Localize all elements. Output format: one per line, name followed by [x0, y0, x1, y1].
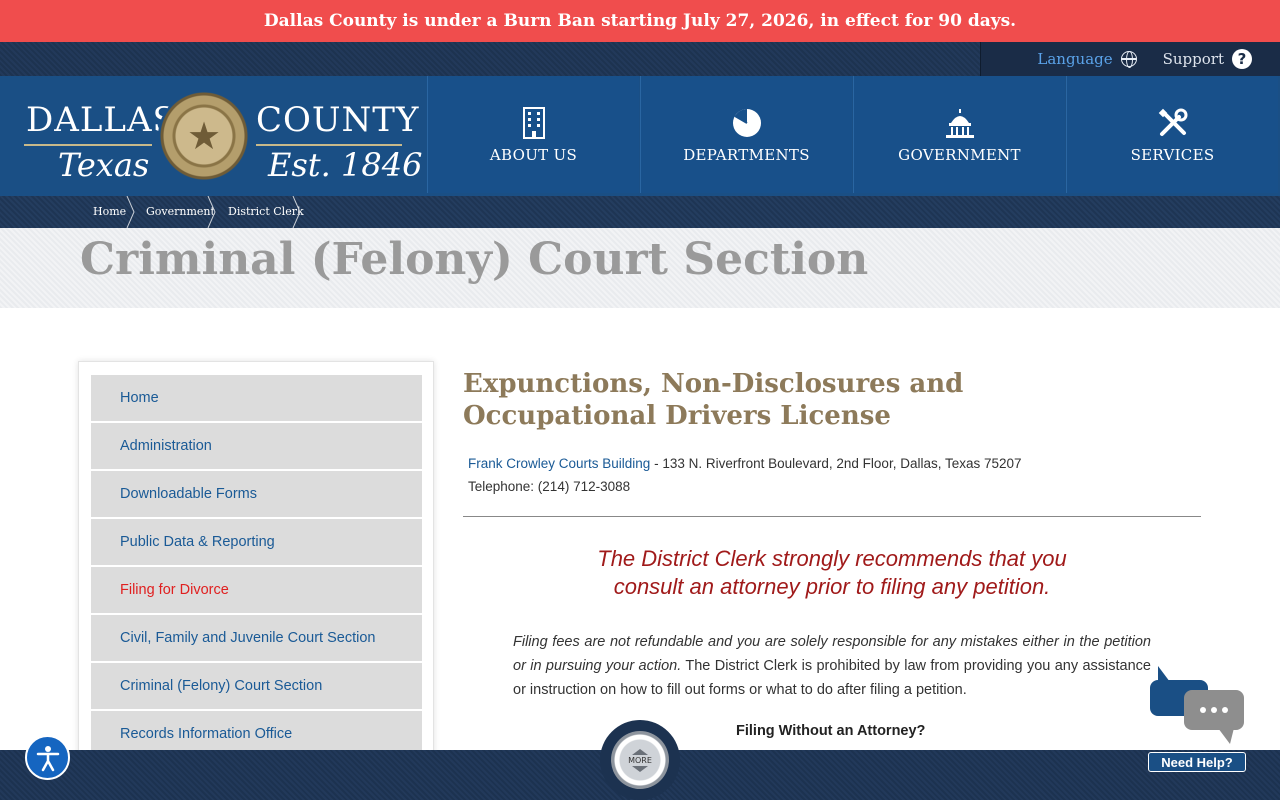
- content-title: Expunctions, Non-Disclosures and Occupat…: [463, 369, 964, 431]
- sidebar-item-filing-for-divorce[interactable]: Filing for Divorce: [91, 567, 422, 614]
- chevron-right-icon: [126, 196, 135, 228]
- nav-label: ABOUT US: [489, 145, 578, 164]
- need-help-label[interactable]: Need Help?: [1148, 752, 1246, 772]
- nav-label: SERVICES: [1130, 145, 1215, 164]
- language-label: Language: [1037, 50, 1113, 68]
- support-label: Support: [1162, 50, 1224, 68]
- utility-bar: Language Support ?: [0, 42, 1280, 76]
- dallas-county-logo[interactable]: DALLAS ★ COUNTY Texas Est. 1846: [0, 76, 427, 196]
- recommend-line-2: consult an attorney prior to filing any …: [613, 574, 1051, 599]
- address-text: - 133 N. Riverfront Boulevard, 2nd Floor…: [650, 456, 1022, 471]
- address-line: Frank Crowley Courts Building - 133 N. R…: [468, 456, 1022, 471]
- chat-tail-icon: [1218, 728, 1234, 744]
- filing-disclaimer: Filing fees are not refundable and you a…: [513, 630, 1151, 702]
- attorney-recommendation: The District Clerk strongly recommends t…: [463, 545, 1201, 601]
- chevron-right-icon: [207, 196, 216, 228]
- alert-text: Dallas County is under a Burn Ban starti…: [263, 11, 1017, 31]
- nav-departments[interactable]: DEPARTMENTS: [640, 76, 852, 193]
- language-link[interactable]: Language: [1037, 50, 1137, 68]
- pie-chart-icon: [730, 106, 764, 140]
- tools-icon: [1156, 106, 1190, 140]
- accessibility-button[interactable]: [25, 735, 70, 780]
- building-icon: [517, 106, 551, 140]
- nav-about-us[interactable]: ABOUT US: [427, 76, 639, 193]
- nav-services[interactable]: SERVICES: [1066, 76, 1278, 193]
- chat-tail-icon: [1158, 666, 1170, 684]
- globe-icon: [1120, 51, 1137, 68]
- nav-label: GOVERNMENT: [898, 145, 1021, 164]
- logo-est: Est. 1846: [268, 146, 423, 184]
- breadcrumb-home[interactable]: Home: [93, 205, 126, 218]
- telephone: Telephone: (214) 712-3088: [468, 479, 631, 494]
- sidebar-item-civil-family-juvenile[interactable]: Civil, Family and Juvenile Court Section: [91, 615, 422, 662]
- question-icon: ?: [1232, 49, 1252, 69]
- breadcrumb-government[interactable]: Government: [146, 205, 215, 218]
- breadcrumb: Home Government District Clerk: [0, 196, 1280, 228]
- chat-dots-icon: [1184, 690, 1244, 730]
- nav-label: DEPARTMENTS: [683, 145, 810, 164]
- filing-without-attorney-heading: Filing Without an Attorney?: [736, 723, 926, 739]
- recommend-line-1: The District Clerk strongly recommends t…: [597, 546, 1067, 571]
- site-header: DALLAS ★ COUNTY Texas Est. 1846 ABOUT US…: [0, 76, 1280, 196]
- arrow-up-icon: [632, 748, 648, 755]
- sidebar-nav: Home Administration Downloadable Forms P…: [78, 361, 434, 761]
- more-button[interactable]: MORE: [600, 720, 680, 800]
- content-divider: [463, 516, 1201, 517]
- building-link[interactable]: Frank Crowley Courts Building: [468, 456, 650, 471]
- sidebar-item-criminal-felony[interactable]: Criminal (Felony) Court Section: [91, 663, 422, 710]
- title-band: Criminal (Felony) Court Section: [0, 228, 1280, 308]
- burn-ban-alert: Dallas County is under a Burn Ban starti…: [0, 0, 1280, 42]
- county-seal-icon: ★: [158, 90, 250, 182]
- support-link[interactable]: Support ?: [1163, 49, 1252, 69]
- chat-widget[interactable]: Need Help?: [1146, 666, 1248, 776]
- accessibility-icon: [36, 745, 59, 771]
- nav-government[interactable]: GOVERNMENT: [853, 76, 1065, 193]
- more-icon: MORE: [611, 731, 669, 789]
- utility-links: Language Support ?: [980, 42, 1280, 76]
- more-label: MORE: [628, 755, 652, 765]
- sidebar-item-home[interactable]: Home: [91, 375, 422, 422]
- logo-dallas: DALLAS: [26, 100, 177, 140]
- page-title: Criminal (Felony) Court Section: [80, 234, 869, 285]
- logo-texas: Texas: [58, 146, 150, 184]
- sidebar-item-public-data[interactable]: Public Data & Reporting: [91, 519, 422, 566]
- logo-county: COUNTY: [256, 100, 420, 140]
- sidebar-item-downloadable-forms[interactable]: Downloadable Forms: [91, 471, 422, 518]
- capitol-icon: [943, 106, 977, 140]
- sidebar-item-administration[interactable]: Administration: [91, 423, 422, 470]
- chevron-right-icon: [292, 196, 301, 228]
- arrow-down-icon: [632, 765, 648, 772]
